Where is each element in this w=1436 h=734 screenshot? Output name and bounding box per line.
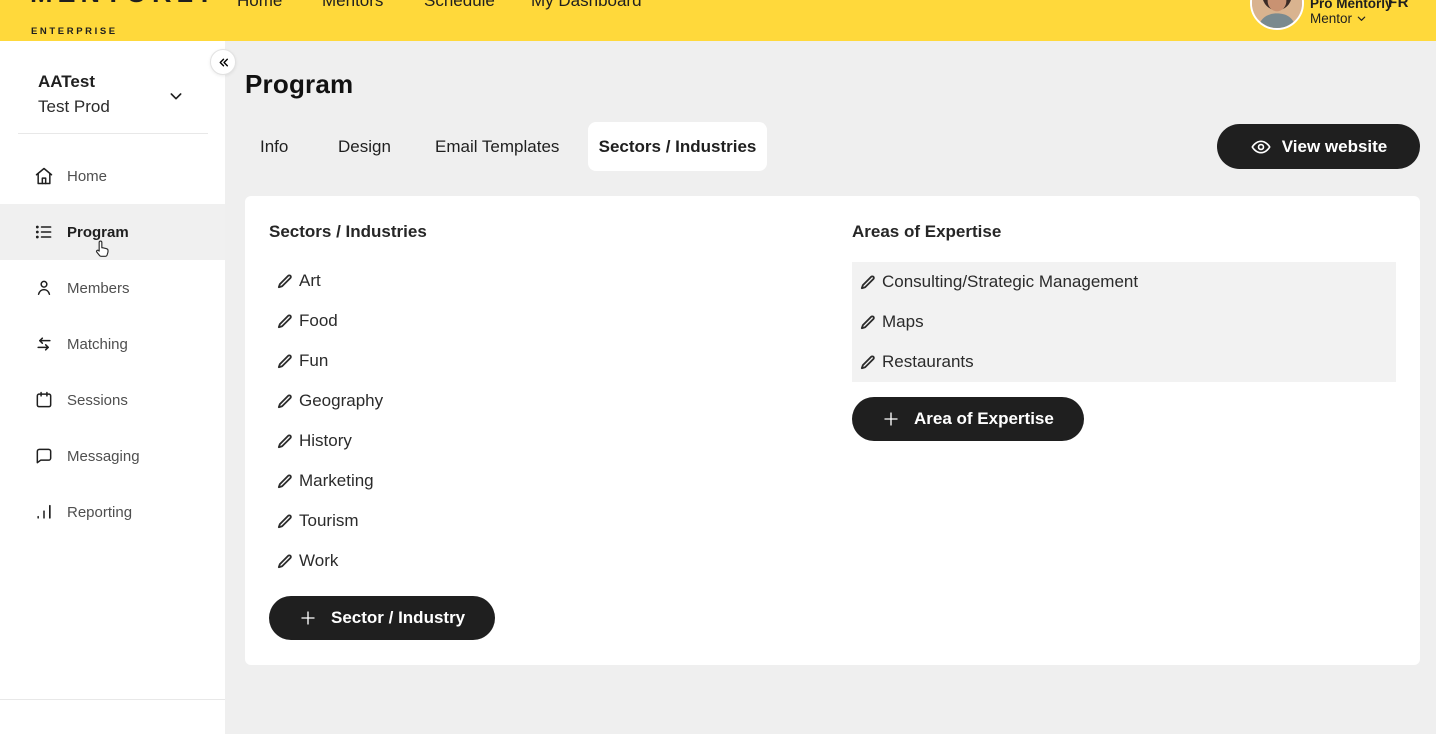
topnav-home[interactable]: Home: [237, 0, 282, 11]
tab-email-templates[interactable]: Email Templates: [435, 122, 559, 171]
sidebar-item-matching[interactable]: Matching: [0, 316, 225, 372]
plus-icon: [299, 609, 317, 627]
avatar[interactable]: [1250, 0, 1304, 30]
calendar-icon: [34, 390, 54, 410]
app-window: MENTORLY ENTERPRISE Home Mentors Schedul…: [0, 0, 1436, 734]
sectors-heading: Sectors / Industries: [269, 222, 427, 242]
edit-pencil-icon[interactable]: [860, 314, 876, 330]
expertise-row: Maps: [860, 302, 1396, 342]
sectors-industries-panel: Sectors / Industries Art Food Fun Geogra…: [245, 196, 1420, 665]
expertise-label: Restaurants: [882, 352, 974, 372]
edit-pencil-icon[interactable]: [277, 553, 293, 569]
tab-sectors-industries[interactable]: Sectors / Industries: [588, 122, 767, 171]
sector-row: Food: [277, 301, 383, 341]
edit-pencil-icon[interactable]: [277, 433, 293, 449]
edit-pencil-icon[interactable]: [277, 393, 293, 409]
sector-label: Tourism: [299, 511, 359, 531]
bar-chart-icon: [34, 502, 54, 522]
sector-row: Tourism: [277, 501, 383, 541]
chevron-down-icon: [168, 88, 184, 104]
chevrons-left-icon: [217, 56, 230, 69]
edit-pencil-icon[interactable]: [277, 513, 293, 529]
sidebar-item-label: Messaging: [67, 448, 140, 465]
sidebar-item-program[interactable]: Program: [0, 204, 225, 260]
sector-row: Fun: [277, 341, 383, 381]
sidebar-item-messaging[interactable]: Messaging: [0, 428, 225, 484]
sidebar-item-label: Reporting: [67, 504, 132, 521]
sidebar-menu: Home Program Members Matc: [0, 148, 225, 540]
edit-pencil-icon[interactable]: [277, 273, 293, 289]
chevron-down-icon: [1356, 13, 1367, 24]
sidebar-footer-divider: [0, 699, 225, 700]
sidebar-item-label: Sessions: [67, 392, 128, 409]
sidebar-divider: [18, 133, 208, 134]
topbar: MENTORLY ENTERPRISE Home Mentors Schedul…: [0, 0, 1436, 41]
sector-row: Work: [277, 541, 383, 581]
expertise-heading: Areas of Expertise: [852, 222, 1001, 242]
sector-label: History: [299, 431, 352, 451]
role-label: Mentor: [1310, 11, 1352, 26]
sector-label: Art: [299, 271, 321, 291]
org-switcher[interactable]: AATest Test Prod: [0, 41, 225, 133]
chat-bubble-icon: [34, 446, 54, 466]
add-sector-industry-button[interactable]: Sector / Industry: [269, 596, 495, 640]
add-expertise-label: Area of Expertise: [914, 409, 1054, 429]
add-area-of-expertise-button[interactable]: Area of Expertise: [852, 397, 1084, 441]
sidebar-item-label: Program: [67, 224, 129, 241]
sidebar-item-label: Home: [67, 168, 107, 185]
sector-row: Marketing: [277, 461, 383, 501]
sectors-list: Art Food Fun Geography History: [277, 261, 383, 581]
list-icon: [34, 222, 54, 242]
avatar-photo: [1252, 0, 1302, 28]
sector-row: Art: [277, 261, 383, 301]
swap-arrows-icon: [34, 334, 54, 354]
expertise-label: Maps: [882, 312, 924, 332]
page-title: Program: [245, 69, 353, 100]
add-sector-label: Sector / Industry: [331, 608, 465, 628]
sidebar-collapse-button[interactable]: [210, 49, 236, 75]
tab-design[interactable]: Design: [338, 122, 391, 171]
expertise-list: Consulting/Strategic Management Maps Res…: [852, 262, 1396, 382]
sidebar-item-home[interactable]: Home: [0, 148, 225, 204]
edit-pencil-icon[interactable]: [277, 473, 293, 489]
view-website-label: View website: [1282, 137, 1388, 157]
sidebar-item-members[interactable]: Members: [0, 260, 225, 316]
expertise-row: Consulting/Strategic Management: [860, 262, 1396, 302]
person-icon: [34, 278, 54, 298]
topnav-my-dashboard[interactable]: My Dashboard: [531, 0, 642, 11]
sector-label: Geography: [299, 391, 383, 411]
main-content: Program Info Design Email Templates Sect…: [225, 41, 1436, 734]
sector-label: Marketing: [299, 471, 374, 491]
org-program-name: Test Prod: [38, 97, 110, 117]
tab-info[interactable]: Info: [260, 122, 288, 171]
sector-row: Geography: [277, 381, 383, 421]
logo-wordmark: MENTORLY: [30, 0, 219, 9]
sector-label: Food: [299, 311, 338, 331]
eye-icon: [1250, 136, 1272, 158]
locale-switcher[interactable]: FR: [1388, 0, 1409, 11]
sidebar-item-reporting[interactable]: Reporting: [0, 484, 225, 540]
user-name: Pro Mentorly: [1310, 0, 1393, 11]
edit-pencil-icon[interactable]: [277, 353, 293, 369]
topnav-schedule[interactable]: Schedule: [424, 0, 495, 11]
view-website-button[interactable]: View website: [1217, 124, 1420, 169]
sidebar-item-label: Matching: [67, 336, 128, 353]
sidebar-item-label: Members: [67, 280, 130, 297]
edit-pencil-icon[interactable]: [860, 354, 876, 370]
edit-pencil-icon[interactable]: [860, 274, 876, 290]
role-dropdown[interactable]: Mentor: [1310, 11, 1367, 26]
edit-pencil-icon[interactable]: [277, 313, 293, 329]
sidebar-item-sessions[interactable]: Sessions: [0, 372, 225, 428]
home-icon: [34, 166, 54, 186]
expertise-label: Consulting/Strategic Management: [882, 272, 1138, 292]
plus-icon: [882, 410, 900, 428]
sidebar: AATest Test Prod Home Program: [0, 41, 225, 734]
topnav-mentors[interactable]: Mentors: [322, 0, 383, 11]
logo-subtitle: ENTERPRISE: [31, 26, 118, 37]
sector-label: Fun: [299, 351, 328, 371]
org-name: AATest: [38, 72, 95, 92]
sector-label: Work: [299, 551, 338, 571]
expertise-row: Restaurants: [860, 342, 1396, 382]
sector-row: History: [277, 421, 383, 461]
